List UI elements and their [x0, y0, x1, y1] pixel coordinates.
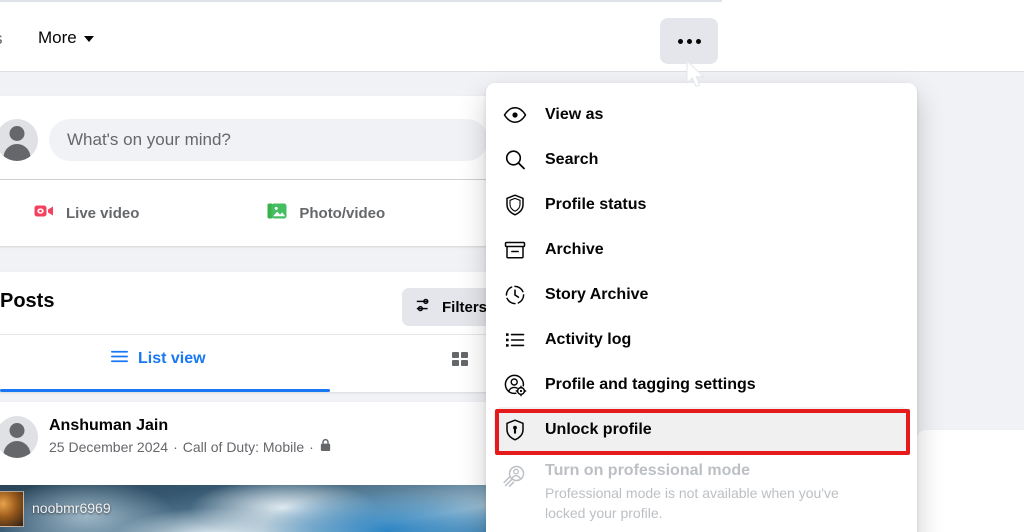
dot [686, 38, 692, 44]
post-photo-caption: noobmr6969 [32, 500, 111, 516]
menu-item-label: Profile and tagging settings [545, 375, 756, 393]
menu-item-label: View as [545, 105, 604, 123]
menu-item-view-as[interactable]: View as [494, 92, 909, 137]
photo-video-button[interactable]: Photo/video [265, 199, 385, 227]
dot [677, 38, 683, 44]
live-video-label: Live video [66, 204, 140, 222]
list-view-icon [110, 347, 129, 371]
menu-item-label: Search [545, 150, 599, 168]
screen: s More What's on your mind? [0, 0, 1024, 532]
posts-header-card: Posts Filters List view [0, 272, 502, 392]
photo-video-label: Photo/video [299, 204, 386, 222]
composer-row: What's on your mind? [0, 118, 488, 162]
menu-item-label: Unlock profile [545, 420, 652, 438]
live-video-icon [32, 199, 56, 227]
page-title: Posts [0, 290, 55, 312]
menu-item-activity-log[interactable]: Activity log [494, 317, 909, 362]
shield-icon [502, 192, 528, 218]
menu-item-search[interactable]: Search [494, 137, 909, 182]
options-button[interactable] [660, 18, 718, 64]
live-video-button[interactable]: Live video [32, 199, 139, 227]
topbar-divider [0, 0, 722, 2]
tab-grid-view[interactable] [450, 349, 472, 376]
meta-separator-2: · [309, 439, 314, 455]
post-composer-card: What's on your mind? Live video Photo/vi… [0, 96, 502, 246]
clock-history-icon [502, 282, 528, 308]
menu-item-archive[interactable]: Archive [494, 227, 909, 272]
lock-icon [319, 438, 332, 457]
menu-item-label: Turn on professional mode [545, 462, 751, 479]
composer-actions: Live video Photo/video [0, 189, 486, 237]
profile-topbar: s More [0, 0, 1024, 72]
shield-lock-icon [502, 417, 528, 443]
avatar[interactable] [0, 119, 38, 161]
tab-list-view-label: List view [138, 350, 206, 367]
post-author-avatar[interactable] [0, 416, 38, 458]
filters-label: Filters [442, 298, 488, 316]
menu-item-unlock-profile[interactable]: Unlock profile [494, 407, 909, 452]
mouse-cursor [686, 59, 708, 92]
menu-item-description: Professional mode is not available when … [545, 485, 839, 521]
post-game: Call of Duty: Mobile [182, 439, 305, 455]
menu-item-label: Story Archive [545, 285, 649, 303]
list-icon [502, 327, 528, 353]
meta-separator: · [173, 439, 178, 455]
post-author-name[interactable]: Anshuman Jain [49, 416, 332, 436]
search-icon [502, 147, 528, 173]
chevron-down-icon [83, 36, 94, 42]
nav-item-more[interactable]: More [38, 28, 94, 48]
dot [695, 38, 701, 44]
whats-on-your-mind-input[interactable]: What's on your mind? [49, 119, 488, 161]
menu-item-turn-on-professional-mode: Turn on professional mode Professional m… [494, 452, 909, 523]
tab-list-view[interactable]: List view [110, 347, 206, 371]
post-photo[interactable]: noobmr6969 [0, 485, 502, 532]
menu-item-label: Archive [545, 240, 604, 258]
post-card: Anshuman Jain 25 December 2024 · Call of… [0, 402, 502, 532]
nav-more-label: More [38, 28, 77, 47]
posts-tabs: List view [0, 334, 502, 392]
post-header: Anshuman Jain 25 December 2024 · Call of… [0, 416, 332, 458]
person-gear-icon [502, 372, 528, 398]
menu-item-profile-and-tagging-settings[interactable]: Profile and tagging settings [494, 362, 909, 407]
menu-item-profile-status[interactable]: Profile status [494, 182, 909, 227]
eye-icon [502, 102, 528, 128]
profile-options-menu: View as Search Profile status Archive St… [486, 83, 917, 532]
photo-video-icon [265, 199, 289, 227]
grid-view-icon [450, 352, 472, 375]
menu-item-label: Activity log [545, 330, 632, 348]
person-speed-icon [502, 463, 528, 489]
post-meta: 25 December 2024 · Call of Duty: Mobile … [49, 438, 332, 457]
filters-icon [415, 296, 433, 318]
right-column-card [916, 430, 1024, 532]
menu-item-text-column: Turn on professional mode Professional m… [545, 462, 875, 523]
post-date: 25 December 2024 [49, 439, 169, 455]
nav-item-truncated[interactable]: s [0, 29, 3, 49]
archive-box-icon [502, 237, 528, 263]
menu-item-story-archive[interactable]: Story Archive [494, 272, 909, 317]
divider [0, 179, 486, 180]
menu-item-label: Profile status [545, 195, 647, 213]
active-tab-underline [0, 389, 330, 392]
game-thumbnail [0, 491, 24, 527]
